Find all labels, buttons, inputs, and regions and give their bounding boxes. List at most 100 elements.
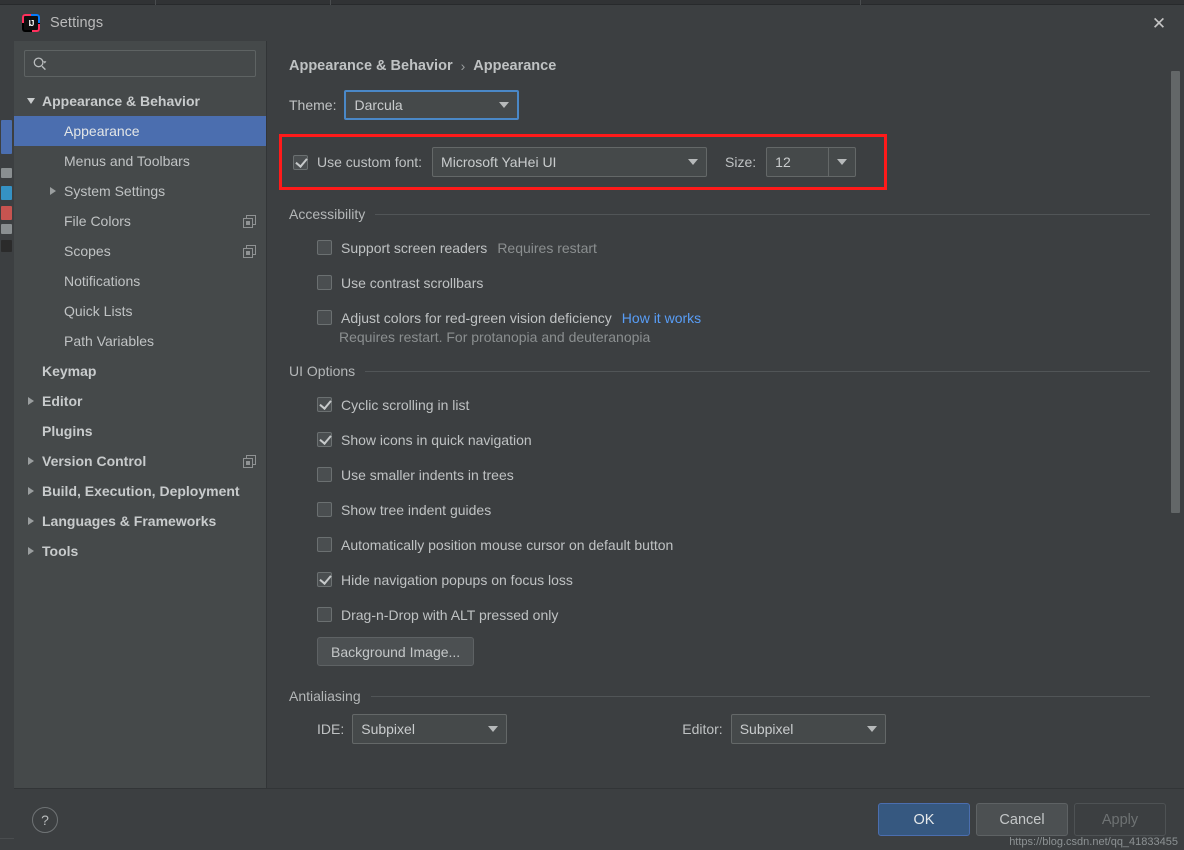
sidebar-item-build-execution-deployment[interactable]: Build, Execution, Deployment [14, 476, 266, 506]
theme-dropdown[interactable]: Darcula [344, 90, 519, 120]
breadcrumb: Appearance & Behavior › Appearance [289, 58, 1150, 74]
ui-option-label: Cyclic scrolling in list [341, 397, 469, 413]
antialiasing-group-header: Antialiasing [289, 688, 1150, 704]
ide-strip-chip [1, 224, 12, 234]
sidebar-item-quick-lists[interactable]: Quick Lists [14, 296, 266, 326]
ui-option-label: Show icons in quick navigation [341, 432, 532, 448]
ide-antialiasing-dropdown[interactable]: Subpixel [352, 714, 507, 744]
sidebar-item-label: Plugins [42, 423, 256, 439]
search-box[interactable] [24, 50, 256, 77]
chevron-right-icon[interactable] [24, 484, 38, 498]
ui-options-section: UI Options Cyclic scrolling in list Show … [289, 363, 1150, 666]
ui-option-label: Use smaller indents in trees [341, 467, 514, 483]
ui-option-checkbox[interactable] [317, 502, 332, 517]
settings-tree: Appearance & Behavior AppearanceMenus and… [14, 85, 266, 788]
ui-option-row: Show icons in quick navigation [289, 422, 1150, 457]
search-input[interactable] [53, 55, 248, 72]
ide-strip-chip [1, 120, 12, 154]
breadcrumb-separator-icon: › [461, 58, 466, 74]
accessibility-title: Accessibility [289, 206, 365, 222]
copy-scheme-icon [243, 215, 256, 228]
settings-content-pane: Appearance & Behavior › Appearance Theme… [267, 41, 1184, 788]
theme-row: Theme: Darcula [289, 90, 1150, 120]
sidebar-item-file-colors[interactable]: File Colors [14, 206, 266, 236]
how-it-works-link[interactable]: How it works [622, 310, 701, 326]
accessibility-group-header: Accessibility [289, 206, 1150, 222]
sidebar-item-path-variables[interactable]: Path Variables [14, 326, 266, 356]
dialog-title: Settings [50, 15, 103, 31]
sidebar-item-appearance[interactable]: Appearance [14, 116, 266, 146]
sidebar-item-appearance-behavior[interactable]: Appearance & Behavior [14, 86, 266, 116]
watermark: https://blog.csdn.net/qq_41833455 [1009, 836, 1178, 848]
chevron-right-icon[interactable] [24, 394, 38, 408]
sidebar-item-keymap[interactable]: Keymap [14, 356, 266, 386]
ui-option-row: Drag-n-Drop with ALT pressed only [289, 597, 1150, 632]
ui-option-checkbox[interactable] [317, 467, 332, 482]
search-icon [32, 56, 48, 72]
sidebar-item-label: Version Control [42, 453, 243, 469]
chevron-right-icon[interactable] [46, 184, 60, 198]
custom-font-value: Microsoft YaHei UI [441, 154, 680, 170]
chevron-right-icon[interactable] [24, 454, 38, 468]
settings-dialog: IJ Settings ✕ Appearance & BehaviorAppea… [14, 5, 1184, 850]
custom-font-dropdown[interactable]: Microsoft YaHei UI [432, 147, 707, 177]
accessibility-option-row: Use contrast scrollbars [289, 265, 1150, 300]
sidebar-item-label: Path Variables [64, 333, 256, 349]
sidebar-item-menus-and-toolbars[interactable]: Menus and Toolbars [14, 146, 266, 176]
accessibility-sub-note: Requires restart. For protanopia and deu… [289, 329, 1150, 345]
dialog-body: Appearance & Behavior AppearanceMenus and… [14, 41, 1184, 788]
ui-option-checkbox[interactable] [317, 537, 332, 552]
cancel-button[interactable]: Cancel [976, 803, 1068, 836]
ui-option-checkbox[interactable] [317, 607, 332, 622]
help-button[interactable]: ? [32, 807, 58, 833]
apply-button: Apply [1074, 803, 1166, 836]
group-divider [371, 696, 1150, 697]
accessibility-option-row: Support screen readersRequires restart [289, 230, 1150, 265]
accessibility-checkbox[interactable] [317, 275, 332, 290]
background-image-button[interactable]: Background Image... [317, 637, 474, 666]
sidebar-item-label: File Colors [64, 213, 243, 229]
ui-option-checkbox[interactable] [317, 397, 332, 412]
accessibility-checkbox[interactable] [317, 240, 332, 255]
sidebar-item-label: System Settings [64, 183, 256, 199]
sidebar-item-label: Keymap [42, 363, 256, 379]
scrollbar-thumb[interactable] [1171, 71, 1180, 513]
font-size-dropdown[interactable]: 12 [766, 147, 856, 177]
antialiasing-title: Antialiasing [289, 688, 361, 704]
sidebar-item-editor[interactable]: Editor [14, 386, 266, 416]
use-custom-font-checkbox[interactable] [293, 155, 308, 170]
ui-option-label: Hide navigation popups on focus loss [341, 572, 573, 588]
sidebar-item-scopes[interactable]: Scopes [14, 236, 266, 266]
sidebar-item-notifications[interactable]: Notifications [14, 266, 266, 296]
footer-button-group: OK Cancel Apply [878, 803, 1166, 836]
sidebar-item-label: Tools [42, 543, 256, 559]
editor-antialiasing-dropdown[interactable]: Subpixel [731, 714, 886, 744]
chevron-right-icon[interactable] [24, 514, 38, 528]
chevron-down-icon[interactable] [24, 94, 38, 108]
font-size-value: 12 [775, 148, 829, 176]
ui-options-group-header: UI Options [289, 363, 1150, 379]
ui-option-checkbox[interactable] [317, 432, 332, 447]
sidebar-item-languages-frameworks[interactable]: Languages & Frameworks [14, 506, 266, 536]
sidebar-item-label: Appearance & Behavior [42, 93, 256, 109]
accessibility-options: Support screen readersRequires restartUs… [289, 230, 1150, 335]
ide-strip-chip [1, 206, 12, 220]
group-divider [375, 214, 1150, 215]
sidebar-item-label: Editor [42, 393, 256, 409]
breadcrumb-parent[interactable]: Appearance & Behavior [289, 58, 453, 74]
sidebar-item-system-settings[interactable]: System Settings [14, 176, 266, 206]
ide-antialiasing-label: IDE: [317, 721, 344, 737]
accessibility-checkbox[interactable] [317, 310, 332, 325]
chevron-right-icon[interactable] [24, 544, 38, 558]
ide-strip-chip [1, 186, 12, 200]
ui-option-row: Hide navigation popups on focus loss [289, 562, 1150, 597]
sidebar-item-version-control[interactable]: Version Control [14, 446, 266, 476]
sidebar-item-label: Languages & Frameworks [42, 513, 256, 529]
ok-button[interactable]: OK [878, 803, 970, 836]
sidebar-item-tools[interactable]: Tools [14, 536, 266, 566]
content-scrollbar[interactable] [1171, 71, 1180, 591]
sidebar-item-plugins[interactable]: Plugins [14, 416, 266, 446]
close-icon[interactable]: ✕ [1148, 12, 1170, 34]
ui-option-checkbox[interactable] [317, 572, 332, 587]
chevron-down-icon [480, 726, 506, 732]
